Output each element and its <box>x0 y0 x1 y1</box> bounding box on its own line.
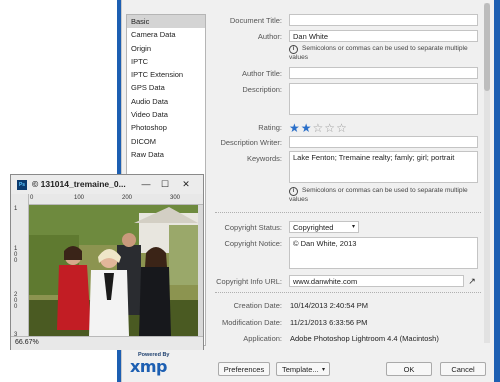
document-title-field[interactable] <box>289 14 478 26</box>
ruler-tick-label: 0 <box>30 195 34 201</box>
sidebar-item-basic[interactable]: Basic <box>127 15 205 29</box>
copyright-url-label: Copyright Info URL: <box>216 277 282 286</box>
document-title-bar[interactable]: Ps © 131014_tremaine_0... — ☐ ✕ <box>11 175 203 195</box>
rating-label: Rating: <box>258 123 282 132</box>
section-divider <box>215 292 481 293</box>
description-label: Description: <box>242 85 282 94</box>
rating-star-icon[interactable]: ☆ <box>313 121 325 135</box>
chevron-down-icon: ▾ <box>321 367 325 373</box>
author-title-label: Author Title: <box>241 69 282 78</box>
chevron-down-icon: ▾ <box>351 224 355 230</box>
sidebar-item-audio-data[interactable]: Audio Data <box>127 95 205 108</box>
keywords-note-text: Semicolons or commas can be used to sepa… <box>289 187 468 203</box>
scrollbar-thumb[interactable] <box>484 3 490 91</box>
copyright-status-label: Copyright Status: <box>224 223 282 232</box>
sidebar-item-iptc-extension[interactable]: IPTC Extension <box>127 68 205 81</box>
document-photo[interactable] <box>29 205 198 336</box>
template-dropdown[interactable]: Template... ▾ <box>276 362 330 376</box>
zoom-level[interactable]: 66.67% <box>15 339 39 346</box>
modification-date-label: Modification Date: <box>221 318 282 327</box>
ruler-tick-label: 300 <box>170 195 181 201</box>
photoshop-icon: Ps <box>17 180 27 190</box>
description-writer-field[interactable] <box>289 136 478 148</box>
document-title: © 131014_tremaine_0... <box>32 179 126 189</box>
keywords-field[interactable]: Lake Fenton; Tremaine realty; famly; gir… <box>289 151 478 183</box>
sidebar-item-photoshop[interactable]: Photoshop <box>127 121 205 134</box>
sidebar-item-dicom[interactable]: DICOM <box>127 135 205 148</box>
author-note-text: Semicolons or commas can be used to sepa… <box>289 45 468 61</box>
rating-star-icon[interactable]: ★ <box>289 121 301 135</box>
cancel-button[interactable]: Cancel <box>440 362 486 376</box>
go-to-url-icon[interactable]: ↗ <box>466 275 478 287</box>
sidebar-item-gps-data[interactable]: GPS Data <box>127 81 205 94</box>
sidebar-item-origin[interactable]: Origin <box>127 42 205 55</box>
author-title-field[interactable] <box>289 67 478 79</box>
ok-button[interactable]: OK <box>386 362 432 376</box>
description-writer-label: Description Writer: <box>220 138 282 147</box>
sidebar-item-raw-data[interactable]: Raw Data <box>127 148 205 161</box>
description-field[interactable] <box>289 83 478 115</box>
application-value: Adobe Photoshop Lightroom 4.4 (Macintosh… <box>290 334 439 343</box>
template-label: Template... <box>282 365 319 374</box>
ruler-tick-label: 200 <box>122 195 133 201</box>
ruler-tick-label: 1 <box>14 206 18 212</box>
application-label: Application: <box>243 334 282 343</box>
keywords-note: i Semicolons or commas can be used to sep… <box>289 187 479 204</box>
vertical-ruler: 1 100 200 3 <box>11 194 29 344</box>
info-icon: i <box>289 187 298 196</box>
xmp-logo-text: xmp <box>130 357 167 376</box>
sidebar-item-video-data[interactable]: Video Data <box>127 108 205 121</box>
copyright-status-select[interactable]: Copyrighted ▾ <box>289 221 359 233</box>
sidebar-item-iptc[interactable]: IPTC <box>127 55 205 68</box>
rating-star-icon[interactable]: ☆ <box>324 121 336 135</box>
copyright-notice-field[interactable]: © Dan White, 2013 <box>289 237 478 269</box>
section-divider <box>215 212 481 213</box>
modification-date-value: 11/21/2013 6:33:56 PM <box>290 318 368 327</box>
copyright-url-field[interactable]: www.danwhite.com <box>289 275 464 287</box>
rating-star-icon[interactable]: ★ <box>301 121 313 135</box>
author-label: Author: <box>257 32 282 41</box>
photoshop-document-window[interactable]: Ps © 131014_tremaine_0... — ☐ ✕ 0 100 20… <box>10 174 204 350</box>
copyright-notice-label: Copyright Notice: <box>224 239 282 248</box>
ruler-tick-label: 100 <box>74 195 85 201</box>
info-icon: i <box>289 45 298 54</box>
creation-date-label: Creation Date: <box>233 301 282 310</box>
creation-date-value: 10/14/2013 2:40:54 PM <box>290 301 368 310</box>
ruler-tick-label: 100 <box>14 246 18 264</box>
copyright-status-value: Copyrighted <box>293 223 334 232</box>
horizontal-ruler: 0 100 200 300 <box>28 194 203 205</box>
portrait-photo-image <box>29 205 198 336</box>
author-note: i Semicolons or commas can be used to sep… <box>289 45 479 62</box>
rating-star-icon[interactable]: ☆ <box>336 121 348 135</box>
author-field[interactable]: Dan White <box>289 30 478 42</box>
sidebar-item-camera-data[interactable]: Camera Data <box>127 28 205 41</box>
document-status-bar: 66.67% <box>11 336 203 350</box>
preferences-button[interactable]: Preferences <box>218 362 270 376</box>
rating-stars[interactable]: ★★☆☆☆ <box>289 121 348 135</box>
close-icon[interactable]: ✕ <box>179 178 193 190</box>
xmp-logo: Powered By xmp <box>130 352 175 376</box>
keywords-label: Keywords: <box>246 154 282 163</box>
ruler-tick-label: 200 <box>14 292 18 310</box>
maximize-icon[interactable]: ☐ <box>158 178 172 190</box>
minimize-icon[interactable]: — <box>139 178 153 190</box>
document-title-label: Document Title: <box>229 16 282 25</box>
